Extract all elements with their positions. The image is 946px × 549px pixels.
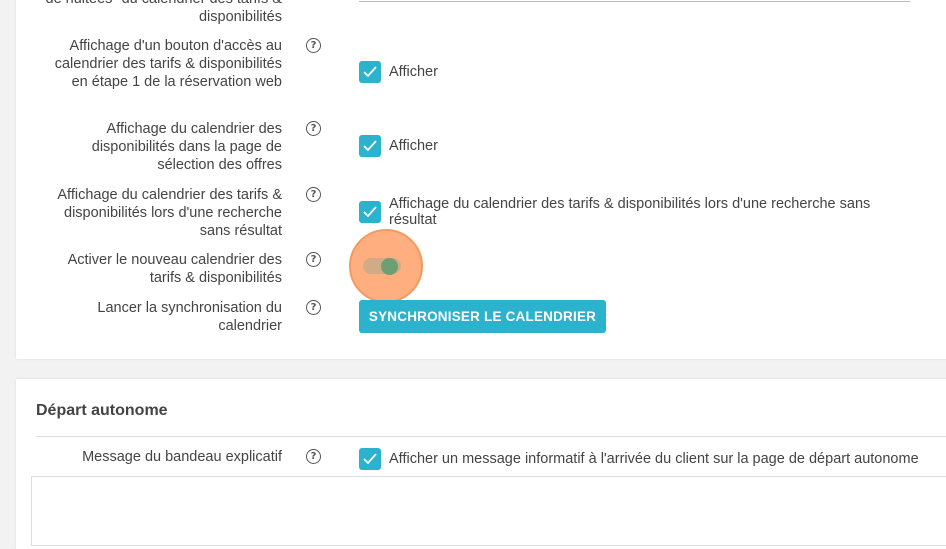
setting-label-new-calendar: Activer le nouveau calendrier des tarifs… <box>67 252 282 286</box>
setting-label-nights: de nuitées" du calendrier des tarifs & d… <box>46 0 282 25</box>
banner-message-checkbox[interactable] <box>359 448 381 470</box>
toggle-knob[interactable] <box>381 258 398 275</box>
section-divider <box>36 436 946 437</box>
checkmark-icon <box>363 140 377 152</box>
booking-button-checkbox-label[interactable]: Afficher <box>389 64 438 80</box>
question-circle-icon[interactable]: ? <box>306 300 321 315</box>
checkmark-icon <box>363 66 377 78</box>
checkmark-icon <box>363 206 377 218</box>
banner-message-editor[interactable] <box>31 476 946 546</box>
question-circle-icon[interactable]: ? <box>306 187 321 202</box>
booking-button-checkbox[interactable] <box>359 61 381 83</box>
sync-calendar-button[interactable]: SYNCHRONISER LE CALENDRIER <box>359 300 606 333</box>
setting-label-sync: Lancer la synchronisation du calendrier <box>97 300 282 334</box>
input-underline[interactable] <box>359 1 910 2</box>
offers-page-checkbox[interactable] <box>359 135 381 157</box>
question-circle-icon[interactable]: ? <box>306 449 321 464</box>
setting-label-booking-button: Affichage d'un bouton d'accès au calendr… <box>54 38 282 90</box>
question-circle-icon[interactable]: ? <box>306 38 321 53</box>
section-title: Départ autonome <box>36 402 168 419</box>
question-circle-icon[interactable]: ? <box>306 121 321 136</box>
setting-label-no-result: Affichage du calendrier des tarifs & dis… <box>57 187 282 239</box>
checkmark-icon <box>363 453 377 465</box>
no-result-checkbox-label[interactable]: Affichage du calendrier des tarifs & dis… <box>389 196 909 228</box>
banner-message-checkbox-label[interactable]: Afficher un message informatif à l'arriv… <box>389 451 919 467</box>
question-circle-icon[interactable]: ? <box>306 252 321 267</box>
offers-page-checkbox-label[interactable]: Afficher <box>389 138 438 154</box>
no-result-checkbox[interactable] <box>359 201 381 223</box>
setting-label-banner: Message du bandeau explicatif <box>82 449 282 465</box>
setting-label-offers-page: Affichage du calendrier des disponibilit… <box>91 121 282 173</box>
